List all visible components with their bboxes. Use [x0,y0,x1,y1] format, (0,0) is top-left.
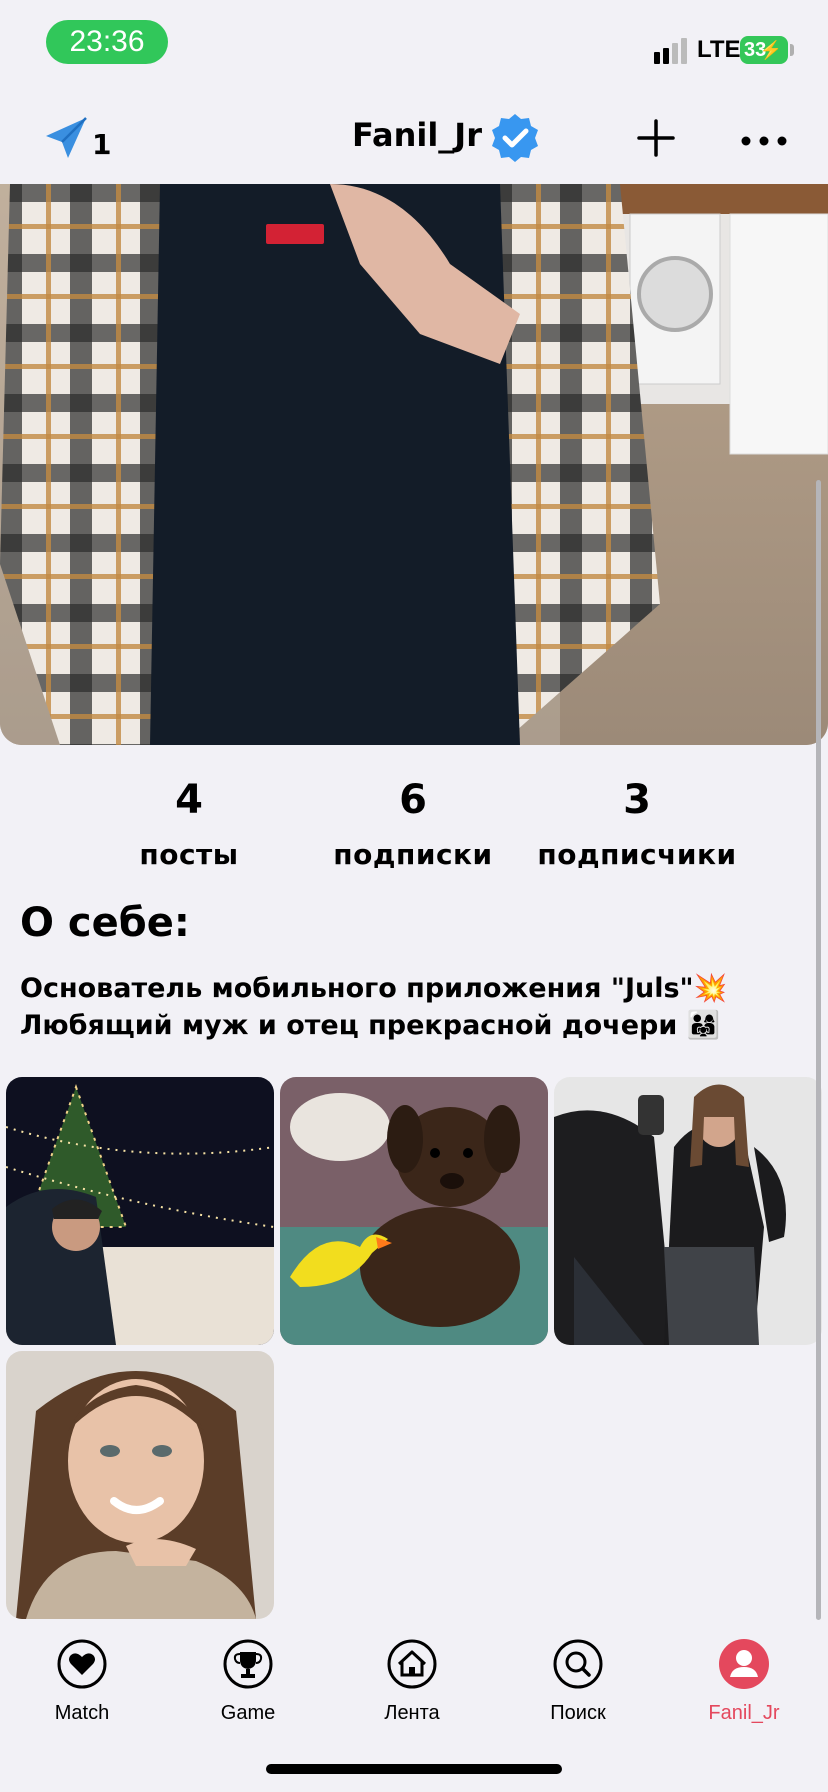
about-bio: Основатель мобильного приложения "Juls"💥… [20,970,820,1044]
more-options-icon[interactable] [740,136,788,146]
search-icon [553,1639,603,1689]
stat-following[interactable]: 6 подписки [303,776,523,871]
post-thumbnail[interactable] [6,1077,274,1345]
add-post-icon[interactable] [636,118,676,158]
status-bar: 23:36 LTE 33 ⚡ [0,0,828,90]
post-image-portrait [6,1351,274,1619]
network-type: LTE [697,36,741,63]
bio-line-2: Любящий муж и отец прекрасной дочери 👨‍👩… [20,1010,721,1041]
followers-count: 3 [623,777,651,823]
cellular-signal-icon [654,38,687,64]
home-indicator[interactable] [266,1764,562,1774]
profile-cover-photo[interactable] [0,184,828,745]
charging-icon: ⚡ [759,40,782,60]
cover-photo-image [0,184,828,745]
home-icon [387,1639,437,1689]
post-image-puppy [280,1077,548,1345]
tab-label-profile: Fanil_Jr [708,1702,780,1724]
tab-label-search: Поиск [550,1702,606,1724]
send-count: 1 [92,128,112,161]
following-label: подписки [333,838,493,871]
heart-icon [57,1639,107,1689]
tab-match[interactable]: Match [12,1638,152,1725]
tab-search[interactable]: Поиск [508,1638,648,1725]
post-thumbnail[interactable] [554,1077,822,1345]
stat-posts[interactable]: 4 посты [79,776,299,871]
tab-game[interactable]: Game [178,1638,318,1725]
followers-label: подписчики [537,838,737,871]
tab-label-game: Game [220,1702,276,1724]
stat-followers[interactable]: 3 подписчики [527,776,747,871]
tab-profile[interactable]: Fanil_Jr [674,1638,814,1725]
battery-indicator: 33 ⚡ [740,36,788,64]
bio-line-1: Основатель мобильного приложения "Juls"💥 [20,973,728,1004]
tab-label-match: Match [54,1702,110,1724]
posts-label: посты [139,838,239,871]
status-time: 23:36 [46,20,168,64]
battery-tip [790,44,794,56]
following-count: 6 [399,777,427,823]
post-thumbnail[interactable] [280,1077,548,1345]
trophy-icon [223,1639,273,1689]
verified-badge-icon [492,114,538,162]
posts-count: 4 [175,777,203,823]
profile-header: 1 Fanil_Jr [0,100,828,184]
post-thumbnail[interactable] [6,1351,274,1619]
post-image-couple [554,1077,822,1345]
send-icon[interactable] [42,114,90,162]
profile-stats: 4 посты 6 подписки 3 подписчики [0,776,828,876]
about-title: О себе: [20,900,190,946]
profile-username: Fanil_Jr [352,116,482,154]
tab-label-feed: Лента [384,1702,440,1724]
scrollbar[interactable] [816,480,821,1620]
profile-icon [719,1639,769,1689]
post-image-christmas-tree [6,1077,274,1345]
tab-feed[interactable]: Лента [342,1638,482,1725]
